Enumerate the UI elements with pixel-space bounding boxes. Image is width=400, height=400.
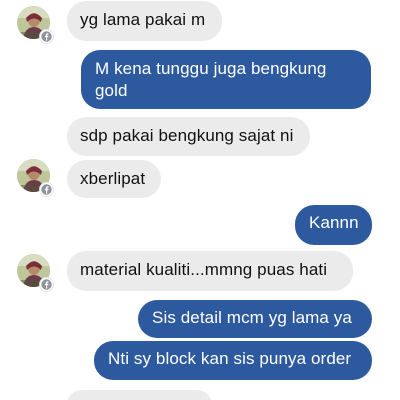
message-text: Sis detail mcm yg lama ya xyxy=(152,308,352,327)
incoming-message[interactable]: material kualiti...mmng puas hati xyxy=(67,251,353,291)
incoming-message-partial[interactable] xyxy=(67,390,212,400)
message-text: sdp pakai bengkung sajat ni xyxy=(80,126,294,145)
message-text: xberlipat xyxy=(80,169,146,188)
facebook-badge-icon xyxy=(40,183,53,196)
message-text: Nti sy block kan sis punya order xyxy=(108,349,352,368)
facebook-badge-icon xyxy=(40,278,53,291)
facebook-badge-icon xyxy=(40,30,53,43)
incoming-message[interactable]: sdp pakai bengkung sajat ni xyxy=(67,117,310,156)
incoming-message[interactable]: xberlipat xyxy=(67,160,161,198)
chat-conversation: yg lama pakai m M kena tunggu juga bengk… xyxy=(0,0,400,400)
outgoing-message[interactable]: Nti sy block kan sis punya order xyxy=(94,341,372,380)
outgoing-message[interactable]: Kannn xyxy=(295,205,372,245)
outgoing-message[interactable]: M kena tunggu juga bengkung gold xyxy=(81,50,371,109)
message-text: yg lama pakai m xyxy=(80,10,206,29)
message-text: Kannn xyxy=(309,213,359,232)
message-text: material kualiti...mmng puas hati xyxy=(80,260,328,279)
incoming-message[interactable]: yg lama pakai m xyxy=(67,1,222,41)
outgoing-message[interactable]: Sis detail mcm yg lama ya xyxy=(138,300,372,338)
message-text: M kena tunggu juga bengkung gold xyxy=(95,59,327,100)
